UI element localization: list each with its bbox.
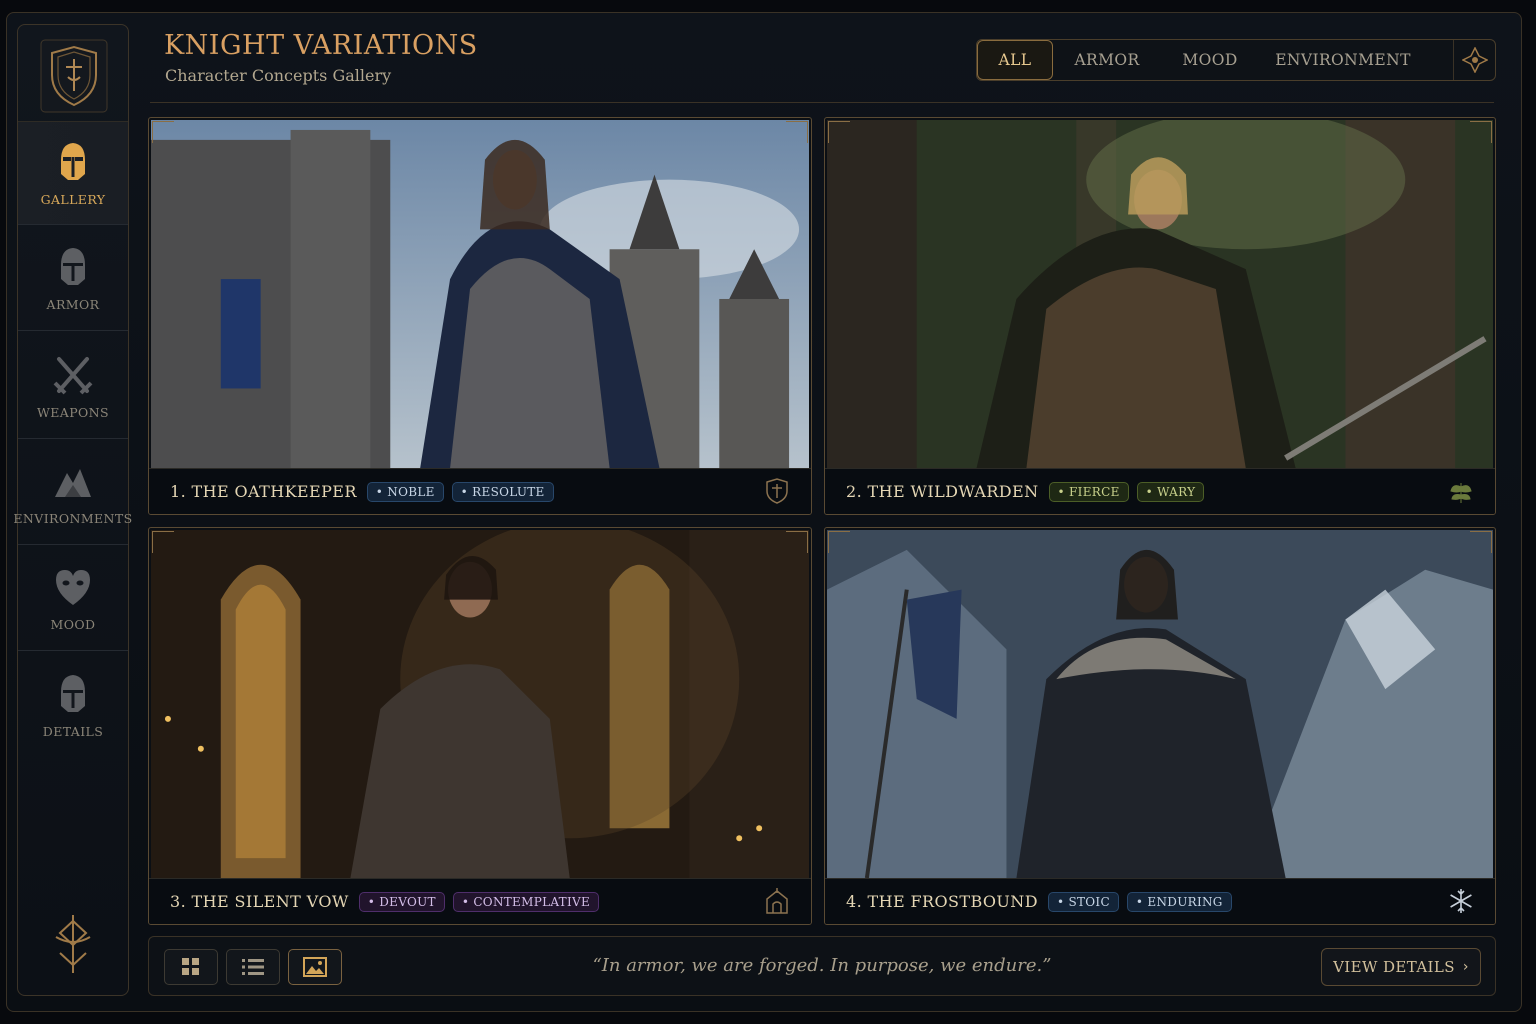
card-caption: 2. THE WILDWARDEN FIERCE WARY [825,468,1495,514]
card-image-cathedral [151,530,809,878]
card-image-forest [827,120,1493,468]
filter-mood[interactable]: MOOD [1161,40,1259,80]
filter-settings-button[interactable] [1453,40,1495,80]
chapel-icon [766,888,788,914]
card-corner-ornament [786,531,808,553]
card-frostbound[interactable]: 4. THE FROSTBOUND STOIC ENDURING [824,527,1496,925]
card-caption: 3. THE SILENT VOW DEVOUT CONTEMPLATIVE [149,878,811,924]
armor-helmet-icon [61,248,85,285]
leaf-icon [1450,483,1472,503]
chevron-right-icon: › [1462,959,1469,975]
card-title: 4. THE FROSTBOUND [846,892,1038,911]
footer-bar: “In armor, we are forged. In purpose, we… [148,936,1496,996]
card-corner-ornament [828,531,850,553]
sidebar-item-gallery[interactable]: GALLERY [18,121,128,225]
sidebar-item-label: ENVIRONMENTS [13,511,133,526]
sidebar-item-weapons[interactable]: WEAPONS [18,335,128,439]
tag-fierce[interactable]: FIERCE [1048,481,1129,502]
page-subtitle: Character Concepts Gallery [165,66,392,85]
sidebar: GALLERY ARMOR WEAPONS ENVIRONMENTS MOOD [13,24,132,996]
card-corner-ornament [1470,121,1492,143]
view-details-label: VIEW DETAILS [1333,958,1455,976]
card-silent-vow[interactable]: 3. THE SILENT VOW DEVOUT CONTEMPLATIVE [148,527,812,925]
page-title: KNIGHT VARIATIONS [164,30,478,61]
card-corner-ornament [1470,531,1492,553]
card-oathkeeper[interactable]: 1. THE OATHKEEPER NOBLE RESOLUTE [148,117,812,515]
tag-resolute[interactable]: RESOLUTE [451,481,554,502]
sidebar-item-label: WEAPONS [37,405,109,420]
card-image-snow [827,530,1493,878]
filter-bar: ALL ARMOR MOOD ENVIRONMENT [976,39,1496,81]
helmet-details-icon [61,674,85,712]
card-caption: 1. THE OATHKEEPER NOBLE RESOLUTE [149,468,811,514]
tag-noble[interactable]: NOBLE [366,481,444,502]
card-wildwarden[interactable]: 2. THE WILDWARDEN FIERCE WARY [824,117,1496,515]
filter-all[interactable]: ALL [977,40,1053,80]
filter-environment[interactable]: ENVIRONMENT [1259,40,1427,80]
view-details-button[interactable]: VIEW DETAILS › [1321,948,1481,986]
card-corner-ornament [152,531,174,553]
heart-mask-icon [56,570,90,605]
sidebar-item-label: ARMOR [46,297,100,312]
sidebar-item-details[interactable]: DETAILS [18,653,128,757]
sidebar-item-environments[interactable]: ENVIRONMENTS [13,441,132,545]
tag-wary[interactable]: WARY [1136,481,1205,502]
sidebar-item-mood[interactable]: MOOD [18,547,128,651]
card-corner-ornament [828,121,850,143]
emblem-icon [55,915,91,973]
crest-icon [766,478,788,504]
helmet-icon [61,142,85,180]
compass-emblem-icon [1461,47,1488,73]
snowflake-icon [1450,889,1472,913]
footer-quote: “In armor, we are forged. In purpose, we… [592,955,1052,976]
card-caption: 4. THE FROSTBOUND STOIC ENDURING [825,878,1495,924]
card-image-castle [151,120,809,468]
card-corner-ornament [786,121,808,143]
tag-stoic[interactable]: STOIC [1047,891,1119,912]
card-corner-ornament [152,121,174,143]
sidebar-item-label: GALLERY [40,191,106,207]
tag-devout[interactable]: DEVOUT [358,891,445,912]
card-title: 3. THE SILENT VOW [170,892,349,911]
card-title: 1. THE OATHKEEPER [170,482,357,501]
sidebar-item-label: DETAILS [42,723,104,739]
filter-armor[interactable]: ARMOR [1053,40,1161,80]
crest-logo-icon [40,39,108,113]
card-title: 2. THE WILDWARDEN [846,482,1039,501]
header-divider [150,102,1494,103]
sidebar-item-armor[interactable]: ARMOR [18,227,128,331]
tag-enduring[interactable]: ENDURING [1126,891,1232,912]
tag-contemplative[interactable]: CONTEMPLATIVE [452,891,600,912]
crossed-swords-icon [53,357,93,395]
sidebar-item-label: MOOD [50,617,96,632]
mountains-icon [55,469,91,497]
